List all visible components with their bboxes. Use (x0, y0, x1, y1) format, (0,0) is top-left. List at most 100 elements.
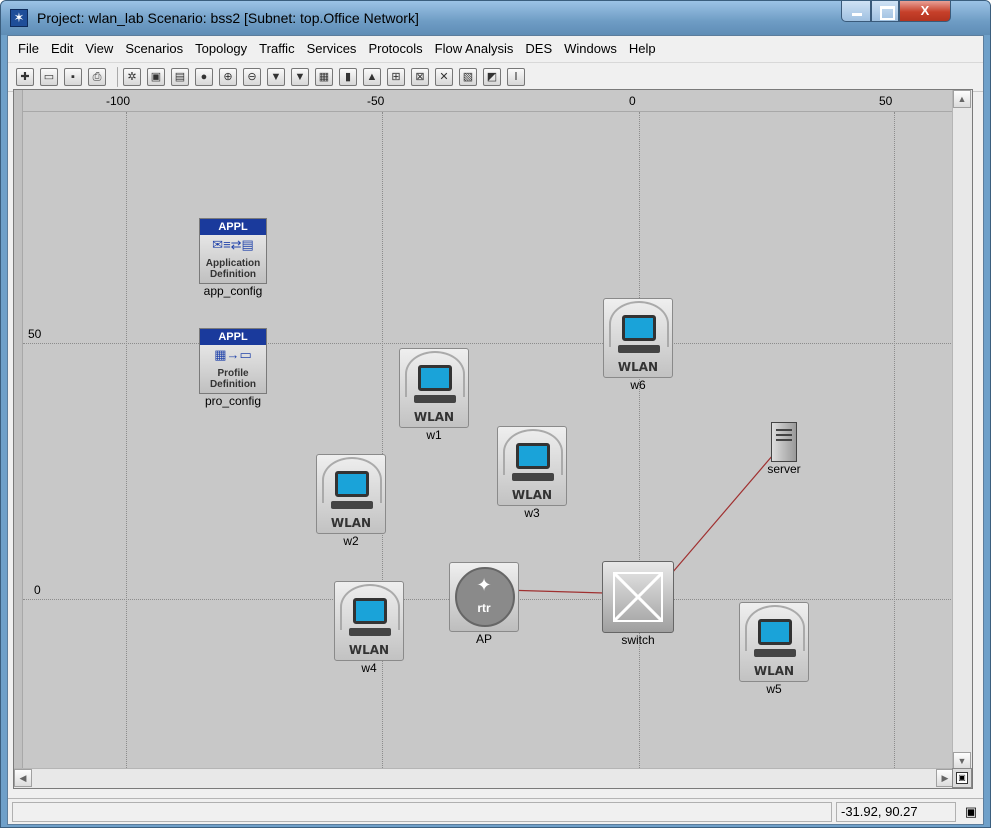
w6-node[interactable]: WLAN w6 (601, 298, 675, 392)
link-icon[interactable]: ✕ (435, 68, 453, 86)
x-tick-minus-100: -100 (106, 94, 131, 108)
horizontal-ruler (14, 90, 972, 112)
discrete-event-icon[interactable]: ⊠ (411, 68, 429, 86)
app-config-node[interactable]: APPL ✉≡⇄▤ Application Definition app_con… (197, 218, 269, 298)
failure-icon[interactable]: ● (195, 68, 213, 86)
zoom-in-icon[interactable]: ⊕ (219, 68, 237, 86)
node-label: w5 (766, 682, 782, 696)
menu-windows[interactable]: Windows (558, 41, 623, 56)
node-label: w1 (426, 428, 442, 442)
keyboard-icon (512, 473, 554, 481)
rtr-tag: rtr (477, 601, 491, 615)
marker-icon[interactable]: Ⅰ (507, 68, 525, 86)
w2-node[interactable]: WLAN w2 (314, 454, 388, 548)
ace-import-icon[interactable]: ▼ (267, 68, 285, 86)
profile-definition-icon: APPL ▦→▭ Profile Definition (199, 328, 267, 394)
close-icon: X (920, 3, 930, 18)
menu-view[interactable]: View (79, 41, 119, 56)
node-label: w3 (524, 506, 540, 520)
menu-edit[interactable]: Edit (45, 41, 79, 56)
monitor-icon (418, 365, 452, 391)
web-report-icon[interactable]: ▧ (459, 68, 477, 86)
envelope-icon: ✉≡⇄▤ (212, 237, 254, 252)
menu-services[interactable]: Services (301, 41, 363, 56)
wlan-tag: WLAN (330, 516, 372, 530)
wlan-workstation-icon: WLAN (334, 581, 404, 661)
status-message-area (12, 802, 832, 822)
toolbar: ✚ ▭ ▪ ⎙ ✲ ▣ ▤ ● ⊕ ⊖ ▼ ▼ ▦ ▮ ▲ ⊞ ⊠ ✕ ▧ ◩ … (8, 62, 983, 92)
horizontal-scrollbar[interactable]: ◀ ▶ (14, 768, 954, 788)
menu-help[interactable]: Help (623, 41, 662, 56)
switch-cross-icon (613, 572, 663, 622)
overview-button[interactable]: ▣ (952, 768, 972, 788)
wlan-workstation-icon: WLAN (739, 602, 809, 682)
maximize-icon (872, 1, 898, 21)
wlan-tag: WLAN (617, 360, 659, 374)
grid-line (639, 112, 640, 772)
new-project-icon[interactable]: ✚ (16, 68, 34, 86)
node-label: w4 (361, 661, 377, 675)
node-label: pro_config (204, 394, 262, 408)
switch-icon (602, 561, 674, 633)
router-icon: ✦ rtr (449, 562, 519, 632)
vertical-scrollbar[interactable]: ▲ ▼ (952, 90, 972, 770)
hide-graphs-icon[interactable]: ⊞ (387, 68, 405, 86)
wlan-workstation-icon: WLAN (399, 348, 469, 428)
run-simulation-icon[interactable]: ▮ (339, 68, 357, 86)
menu-flow-analysis[interactable]: Flow Analysis (429, 41, 520, 56)
ap-node[interactable]: ✦ rtr AP (447, 562, 521, 646)
server-icon (771, 422, 797, 462)
graph-icon[interactable]: ◩ (483, 68, 501, 86)
switch-node[interactable]: switch (599, 561, 677, 647)
check-consistency-icon[interactable]: ▤ (171, 68, 189, 86)
overview-icon: ▣ (956, 772, 968, 784)
status-log-icon[interactable]: ▣ (963, 804, 979, 820)
minimize-icon (842, 1, 870, 21)
scroll-left-button[interactable]: ◀ (14, 769, 32, 787)
view-results-icon[interactable]: ▲ (363, 68, 381, 86)
rapid-config-icon[interactable]: ✲ (123, 68, 141, 86)
w1-node[interactable]: WLAN w1 (397, 348, 471, 442)
server-node[interactable]: server (762, 422, 806, 476)
title-bar[interactable]: ✶ Project: wlan_lab Scenario: bss2 [Subn… (1, 1, 990, 35)
vne-import-icon[interactable]: ▼ (291, 68, 309, 86)
minimize-button[interactable] (841, 1, 871, 22)
wlan-tag: WLAN (413, 410, 455, 424)
menu-traffic[interactable]: Traffic (253, 41, 300, 56)
print-icon[interactable]: ⎙ (88, 68, 106, 86)
menu-scenarios[interactable]: Scenarios (119, 41, 189, 56)
menu-topology[interactable]: Topology (189, 41, 253, 56)
pro-config-node[interactable]: APPL ▦→▭ Profile Definition pro_config (197, 328, 269, 408)
x-tick-0: 0 (629, 94, 636, 108)
save-icon[interactable]: ▪ (64, 68, 82, 86)
node-label: w6 (630, 378, 646, 392)
open-icon[interactable]: ▭ (40, 68, 58, 86)
close-button[interactable]: X (899, 1, 951, 22)
menu-protocols[interactable]: Protocols (362, 41, 428, 56)
w3-node[interactable]: WLAN w3 (495, 426, 569, 520)
maximize-button[interactable] (871, 1, 899, 22)
object-palette-icon[interactable]: ▣ (147, 68, 165, 86)
node-label: server (767, 462, 801, 476)
cursor-coordinates: -31.92, 90.27 (836, 802, 956, 822)
wlan-workstation-icon: WLAN (316, 454, 386, 534)
w4-node[interactable]: WLAN w4 (332, 581, 406, 675)
links-layer (503, 447, 780, 594)
project-workspace[interactable]: -100 -50 0 50 50 0 APPL ✉≡⇄▤ Application… (13, 89, 973, 789)
menu-des[interactable]: DES (519, 41, 558, 56)
menu-file[interactable]: File (12, 41, 45, 56)
keyboard-icon (618, 345, 660, 353)
window-title: Project: wlan_lab Scenario: bss2 [Subnet… (37, 10, 419, 26)
grid-line (23, 343, 953, 344)
w5-node[interactable]: WLAN w5 (737, 602, 811, 696)
profile-icon: ▦→▭ (214, 347, 252, 362)
grid-line (126, 112, 127, 772)
grid-line (894, 112, 895, 772)
scroll-up-button[interactable]: ▲ (953, 90, 971, 108)
configure-traffic-icon[interactable]: ▦ (315, 68, 333, 86)
node-label: app_config (203, 284, 263, 298)
appl-header: APPL (200, 329, 266, 345)
zoom-out-icon[interactable]: ⊖ (243, 68, 261, 86)
star-icon[interactable]: ✶ (10, 9, 28, 27)
wlan-tag: WLAN (511, 488, 553, 502)
